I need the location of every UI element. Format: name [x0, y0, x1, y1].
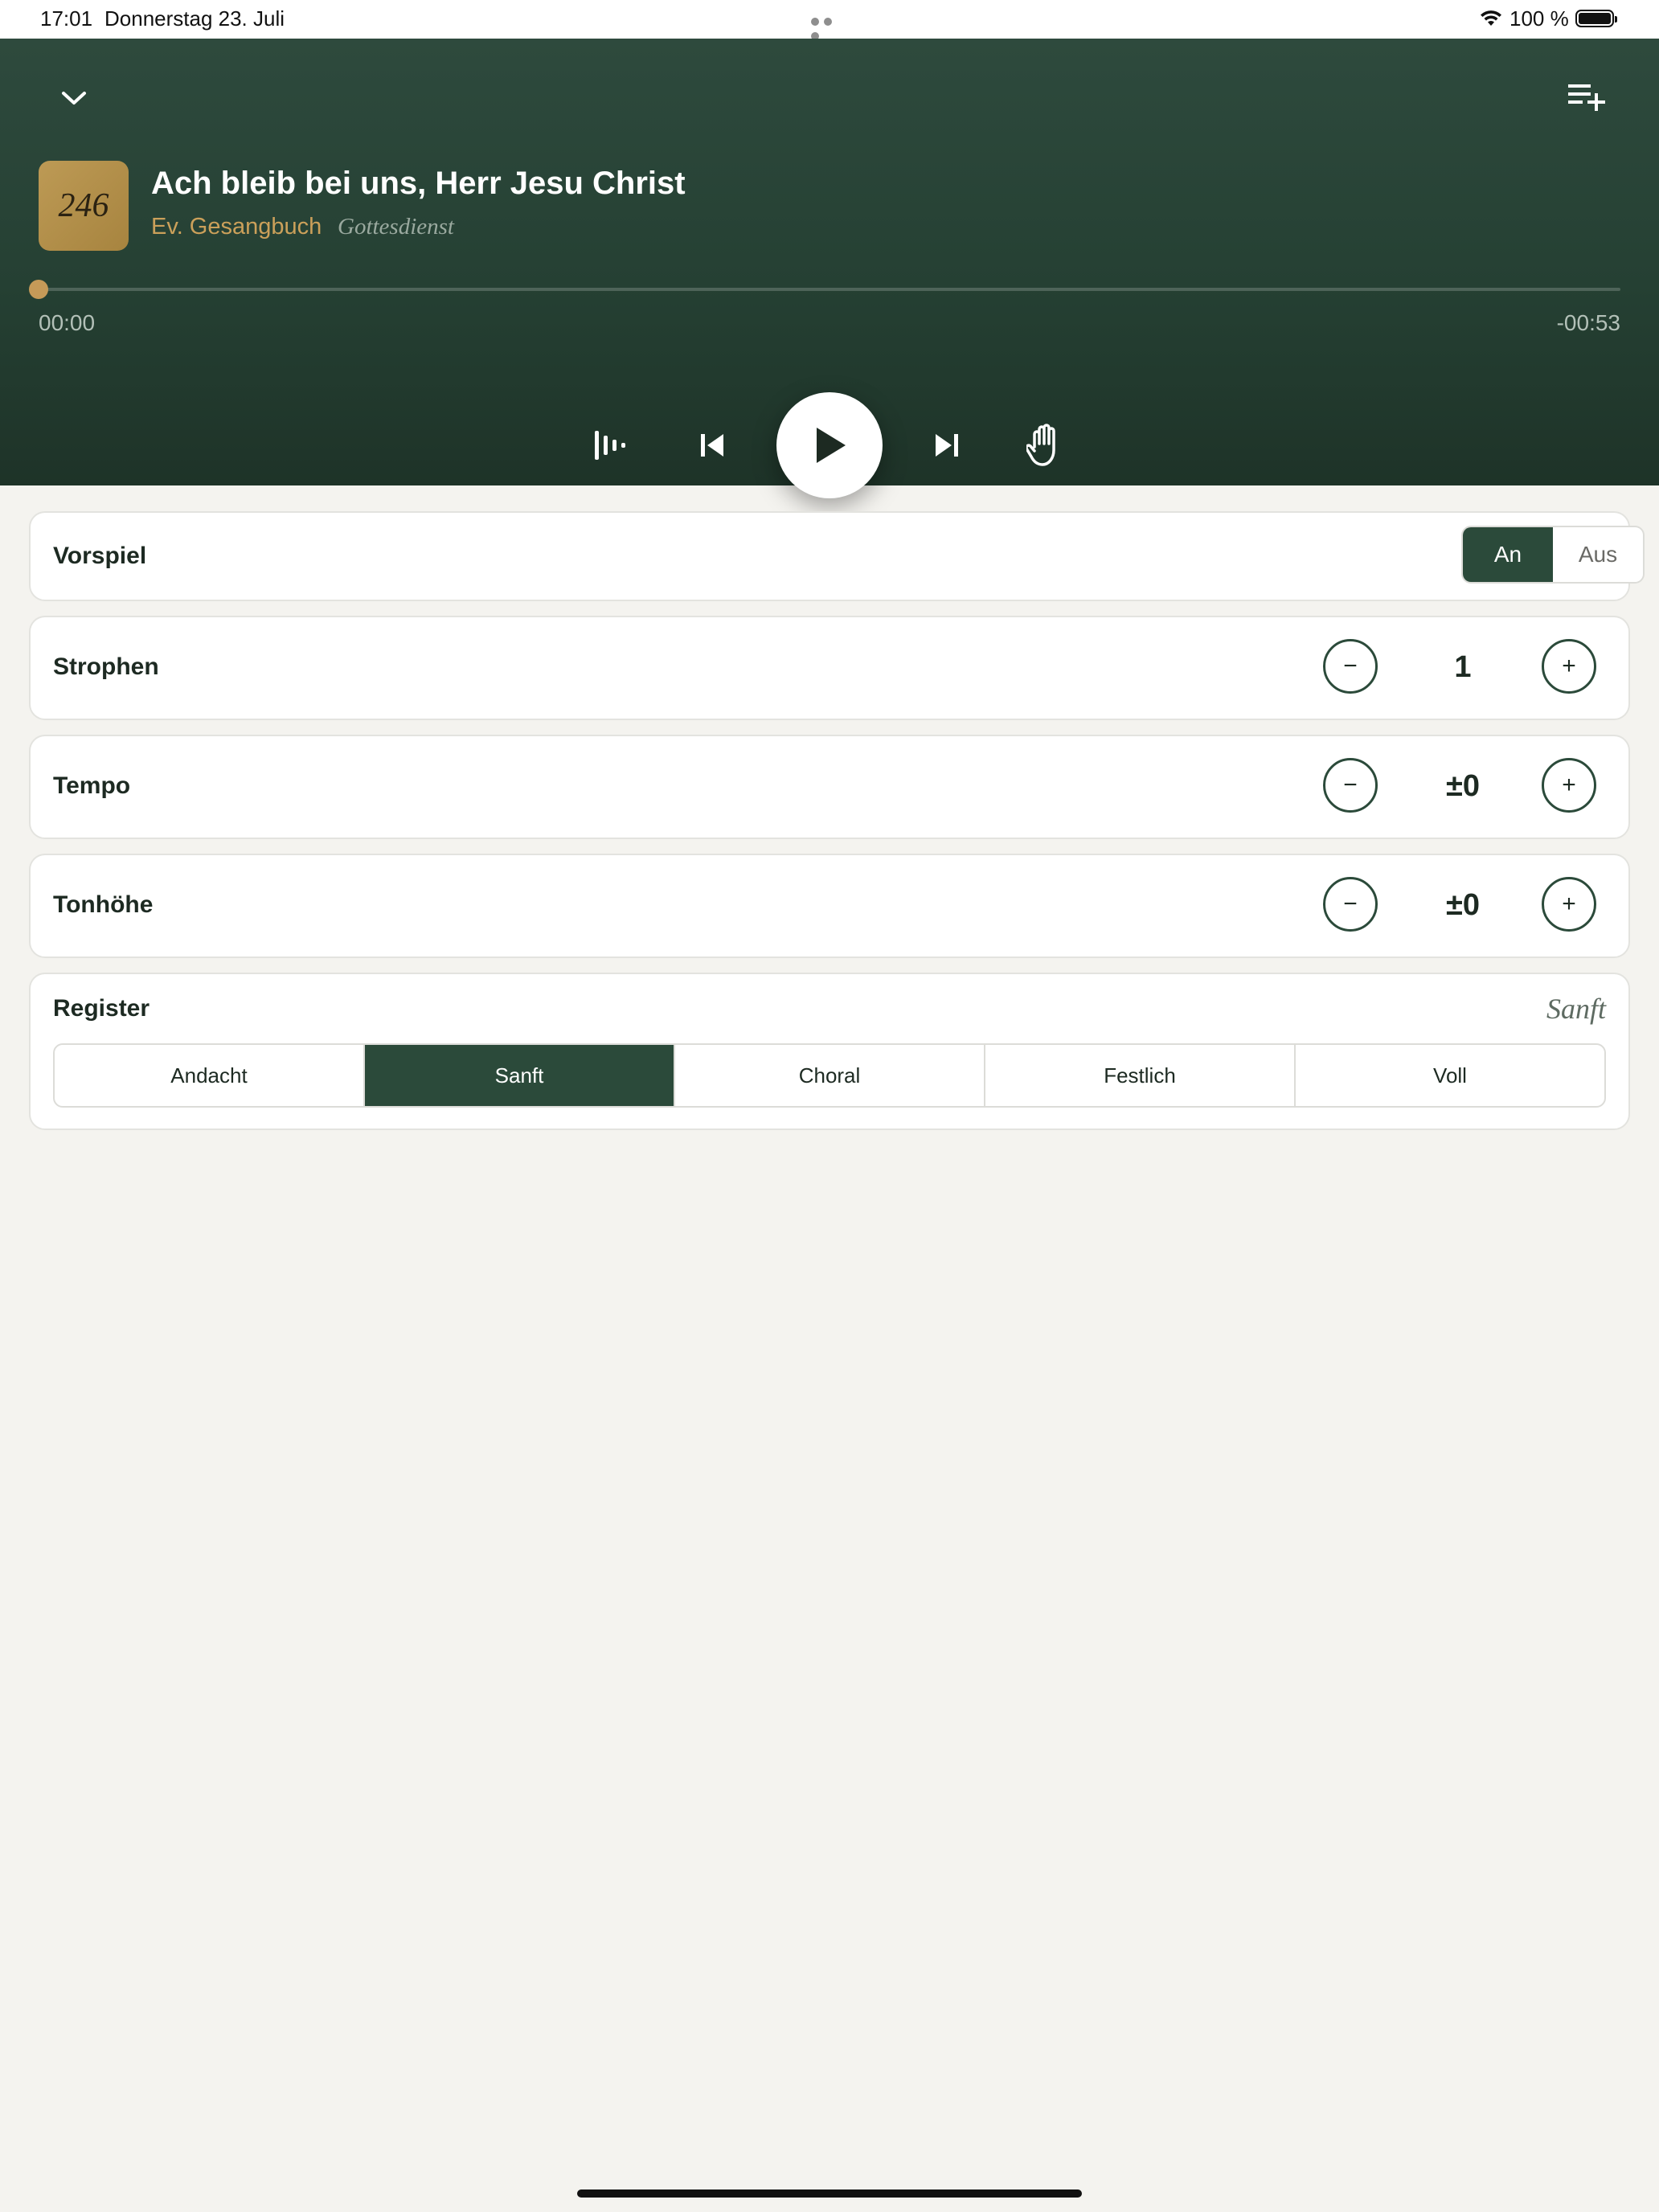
- occasion-label: Gottesdienst: [338, 214, 454, 240]
- chevron-down-icon[interactable]: [55, 79, 93, 117]
- strophen-card: Strophen − 1 +: [29, 616, 1630, 720]
- playlist-add-icon[interactable]: [1564, 77, 1609, 117]
- skip-next-icon[interactable]: [924, 423, 969, 468]
- vorspiel-on-option[interactable]: An: [1463, 527, 1553, 582]
- strophen-plus-button[interactable]: +: [1542, 639, 1596, 694]
- hymn-number-cover: 246: [39, 161, 129, 251]
- strophen-label: Strophen: [53, 653, 159, 680]
- register-option-festlich[interactable]: Festlich: [985, 1045, 1296, 1106]
- tempo-value: ±0: [1446, 769, 1480, 803]
- vorspiel-card: Vorspiel An Aus: [29, 511, 1645, 601]
- remaining-time: -00:53: [1556, 310, 1620, 335]
- register-option-sanft[interactable]: Sanft: [365, 1045, 675, 1106]
- player-header: 246 Ach bleib bei uns, Herr Jesu Christ …: [0, 39, 1659, 498]
- vorspiel-off-option[interactable]: Aus: [1553, 527, 1643, 582]
- register-option-choral[interactable]: Choral: [675, 1045, 985, 1106]
- home-indicator[interactable]: [577, 2189, 1082, 2198]
- tonhoehe-minus-button[interactable]: −: [1323, 877, 1378, 932]
- song-title: Ach bleib bei uns, Herr Jesu Christ: [151, 166, 686, 201]
- status-bar: 17:01 Donnerstag 23. Juli 100 %: [0, 0, 1659, 40]
- status-time: 17:01: [40, 6, 93, 31]
- progress-knob[interactable]: [29, 280, 48, 299]
- multitasking-dots-icon[interactable]: [811, 15, 848, 40]
- tonhoehe-plus-button[interactable]: +: [1542, 877, 1596, 932]
- stop-hand-icon[interactable]: [1021, 420, 1071, 471]
- vorspiel-label: Vorspiel: [53, 543, 147, 569]
- tonhoehe-card: Tonhöhe − ±0 +: [29, 854, 1630, 958]
- tonhoehe-label: Tonhöhe: [53, 891, 154, 918]
- tonhoehe-value: ±0: [1446, 888, 1480, 922]
- register-option-voll[interactable]: Voll: [1296, 1045, 1604, 1106]
- elapsed-time: 00:00: [39, 310, 96, 335]
- hymnal-name[interactable]: Ev. Gesangbuch: [151, 214, 322, 240]
- tempo-plus-button[interactable]: +: [1542, 758, 1596, 813]
- strophen-minus-button[interactable]: −: [1323, 639, 1378, 694]
- skip-previous-icon[interactable]: [690, 423, 735, 468]
- strophen-value: 1: [1454, 650, 1472, 684]
- register-option-andacht[interactable]: Andacht: [55, 1045, 365, 1106]
- play-button[interactable]: [776, 392, 883, 498]
- tempo-label: Tempo: [53, 772, 131, 799]
- register-card: Register Sanft Andacht Sanft Choral Fest…: [29, 973, 1630, 1130]
- wifi-icon: [1479, 8, 1503, 27]
- register-current-value: Sanft: [1546, 993, 1606, 1025]
- tempo-minus-button[interactable]: −: [1323, 758, 1378, 813]
- tempo-card: Tempo − ±0 +: [29, 735, 1630, 839]
- register-label: Register: [53, 995, 150, 1022]
- battery-icon: [1575, 10, 1617, 27]
- vorspiel-toggle: An Aus: [1461, 526, 1645, 584]
- register-segmented-control: Andacht Sanft Choral Festlich Voll: [53, 1043, 1606, 1108]
- battery-percent: 100 %: [1509, 6, 1569, 31]
- equalizer-icon[interactable]: [588, 423, 637, 468]
- progress-track[interactable]: [39, 288, 1620, 291]
- status-date: Donnerstag 23. Juli: [104, 6, 285, 31]
- play-icon: [817, 428, 846, 463]
